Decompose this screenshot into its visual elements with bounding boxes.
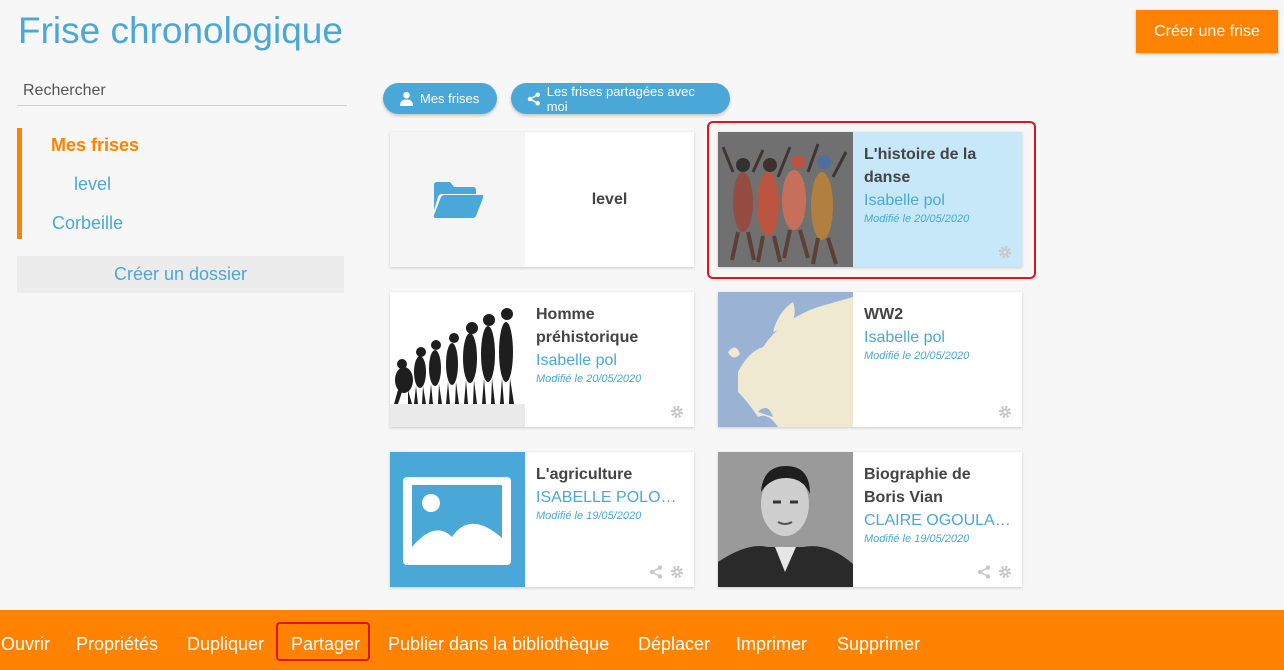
folder-name: level <box>591 191 628 208</box>
action-toolbar: Ouvrir Propriétés Dupliquer Partager Pub… <box>0 610 1284 670</box>
image-placeholder-icon <box>403 477 511 565</box>
evolution-thumbnail <box>390 292 525 427</box>
folder-thumbnail <box>390 132 525 267</box>
portrait-thumbnail <box>718 452 853 587</box>
toolbar-print-button[interactable]: Imprimer <box>736 634 807 655</box>
page-title: Frise chronologique <box>18 10 343 51</box>
share-icon <box>527 91 540 106</box>
toolbar-properties-button[interactable]: Propriétés <box>76 634 158 655</box>
card-title: Homme préhistorique <box>536 306 639 346</box>
card-title: Biographie de Boris Vian <box>864 466 971 506</box>
tab-label: Mes frises <box>420 91 480 106</box>
tab-mes-frises[interactable]: Mes frises <box>383 83 497 114</box>
card-date: Modifié le 20/05/2020 <box>536 373 642 385</box>
search-input[interactable] <box>17 76 347 106</box>
timeline-card-homme-prehistorique[interactable]: Homme préhistorique Isabelle pol Modifié… <box>390 292 694 427</box>
user-icon <box>399 91 414 106</box>
toolbar-publish-button[interactable]: Publier dans la bibliothèque <box>388 634 609 655</box>
sidebar-item-level[interactable]: level <box>74 174 111 195</box>
europe-map-thumbnail <box>718 292 853 427</box>
gear-icon[interactable] <box>670 565 684 579</box>
card-author: CLAIRE OGOULA-N… <box>864 512 1014 529</box>
selection-highlight <box>707 121 1036 279</box>
sidebar-item-corbeille[interactable]: Corbeille <box>52 213 123 234</box>
card-author: Isabelle pol <box>536 352 617 369</box>
timeline-card-agriculture[interactable]: L'agriculture ISABELLE POLONI… Modifié l… <box>390 452 694 587</box>
gear-icon[interactable] <box>670 405 684 419</box>
timeline-card-ww2[interactable]: WW2 Isabelle pol Modifié le 20/05/2020 <box>718 292 1022 427</box>
create-folder-button[interactable]: Créer un dossier <box>17 256 344 293</box>
card-info: Biographie de Boris Vian CLAIRE OGOULA-N… <box>864 463 1014 546</box>
card-author: Isabelle pol <box>864 329 945 346</box>
image-placeholder-thumbnail <box>390 452 525 587</box>
toolbar-delete-button[interactable]: Supprimer <box>837 634 920 655</box>
share-icon[interactable] <box>649 565 663 579</box>
toolbar-duplicate-button[interactable]: Dupliquer <box>187 634 264 655</box>
toolbar-move-button[interactable]: Déplacer <box>638 634 710 655</box>
create-timeline-button[interactable]: Créer une frise <box>1136 10 1278 53</box>
tab-label: Les frises partagées avec moi <box>546 83 695 114</box>
card-info: WW2 Isabelle pol Modifié le 20/05/2020 <box>864 303 1014 363</box>
card-author: ISABELLE POLONI… <box>536 489 686 506</box>
folder-open-icon <box>433 181 483 218</box>
toolbar-open-button[interactable]: Ouvrir <box>1 634 50 655</box>
card-title: WW2 <box>864 306 904 323</box>
card-info: Homme préhistorique Isabelle pol Modifié… <box>536 303 686 386</box>
gear-icon[interactable] <box>998 565 1012 579</box>
card-title: L'agriculture <box>536 466 633 483</box>
sidebar-nav: Mes frises level Corbeille <box>17 128 347 239</box>
card-date: Modifié le 20/05/2020 <box>864 350 970 362</box>
timeline-card-boris-vian[interactable]: Biographie de Boris Vian CLAIRE OGOULA-N… <box>718 452 1022 587</box>
share-icon[interactable] <box>977 565 991 579</box>
sidebar-item-mes-frises[interactable]: Mes frises <box>51 135 139 156</box>
tab-shared-with-me[interactable]: Les frises partagées avec moi <box>511 83 730 114</box>
card-date: Modifié le 19/05/2020 <box>536 510 642 522</box>
card-info: L'agriculture ISABELLE POLONI… Modifié l… <box>536 463 686 523</box>
folder-card-level[interactable]: level <box>390 132 694 267</box>
card-date: Modifié le 19/05/2020 <box>864 533 970 545</box>
share-highlight <box>276 622 370 661</box>
gear-icon[interactable] <box>998 405 1012 419</box>
